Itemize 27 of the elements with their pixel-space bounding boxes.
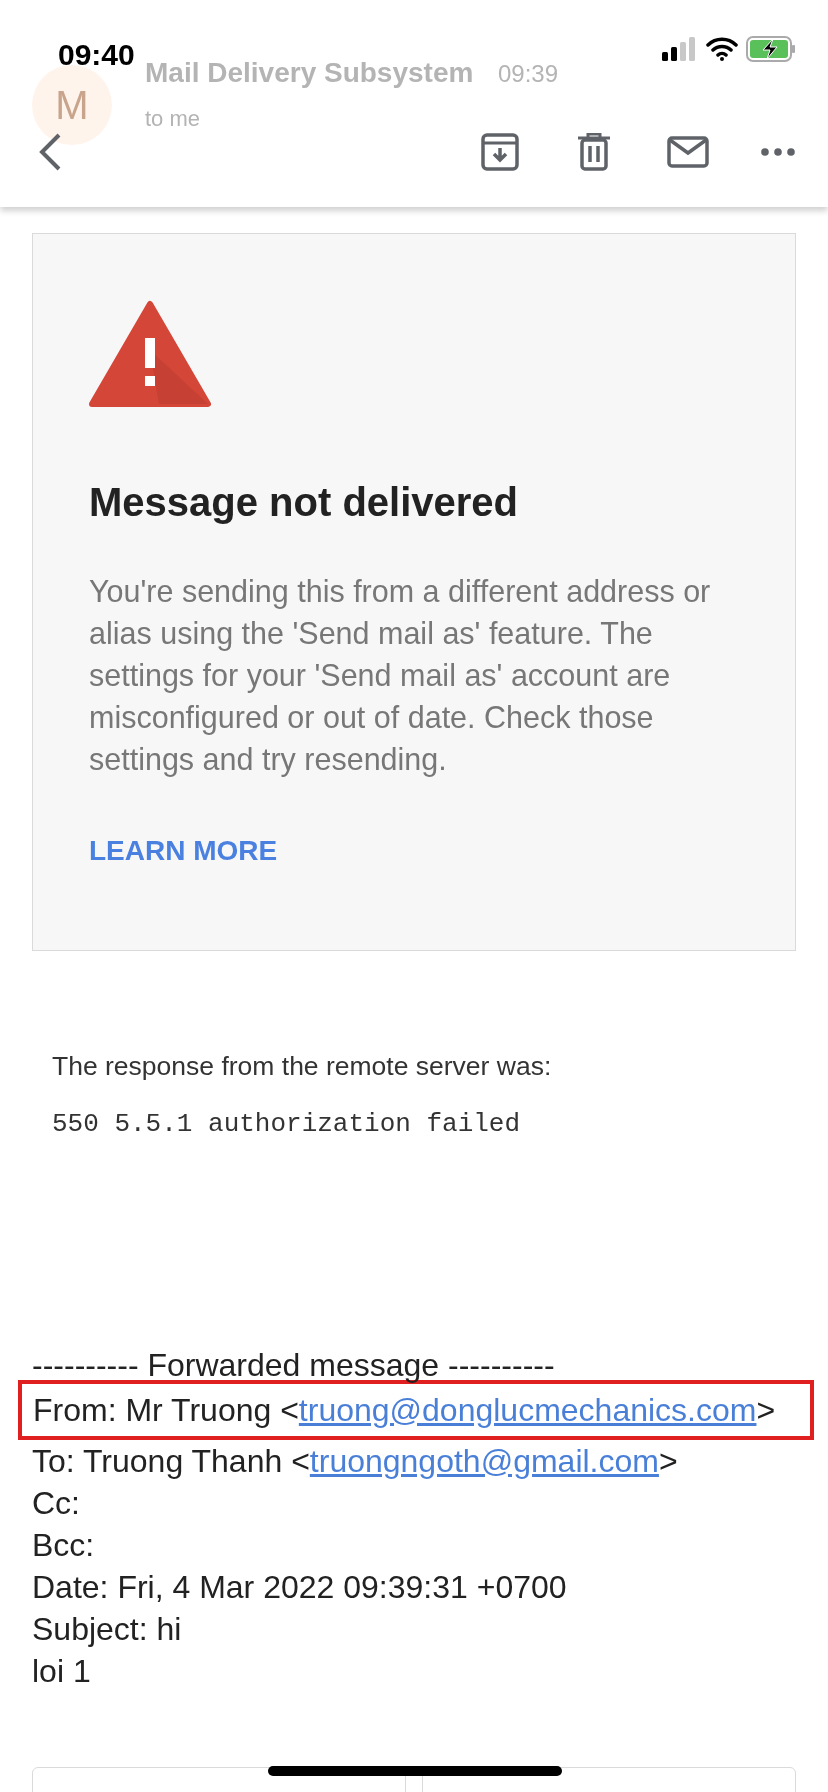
message-time: 09:39: [498, 59, 559, 89]
header-line: Cc:: [32, 1483, 80, 1523]
avatar: M: [32, 65, 112, 145]
header-line: Bcc:: [32, 1525, 95, 1565]
header-line: From: Mr Truong <truong@donglucmechanics.com>: [33, 1390, 776, 1430]
warning-icon: [89, 300, 211, 408]
signal-icon: [662, 37, 698, 61]
header-line: Subject: hi: [32, 1609, 182, 1649]
sender-name: Mail Delivery Subsystem: [145, 56, 474, 90]
envelope-icon: [667, 136, 709, 168]
more-icon: [761, 148, 795, 156]
header-line: Date: Fri, 4 Mar 2022 09:39:31 +0700: [32, 1567, 567, 1607]
back-icon: [38, 132, 62, 172]
trash-icon: [577, 133, 611, 171]
archive-icon: [481, 133, 519, 171]
email-link[interactable]: truongngoth@gmail.com: [309, 1442, 659, 1479]
wifi-icon: [706, 37, 738, 61]
header-line: To: Truong Thanh <truongngoth@gmail.com>: [32, 1441, 678, 1481]
header-line: loi 1: [32, 1651, 91, 1691]
error-description: You're sending this from a different address or alias using the 'Send mail as' feature. The settings for your 'Send mail as' account are misconfigured or out of date. Check those settings and try resending.: [89, 573, 712, 779]
error-title: Message not delivered: [89, 479, 520, 526]
learn-more-link[interactable]: LEARN MORE: [89, 830, 278, 872]
server-response-intro: The response from the remote server was:: [52, 1050, 553, 1083]
email-link[interactable]: truong@donglucmechanics.com: [298, 1391, 757, 1428]
error-code: 550 5.5.1 authorization failed: [52, 1107, 522, 1141]
battery-icon: [746, 36, 796, 62]
recipient-label: to me: [145, 105, 201, 133]
